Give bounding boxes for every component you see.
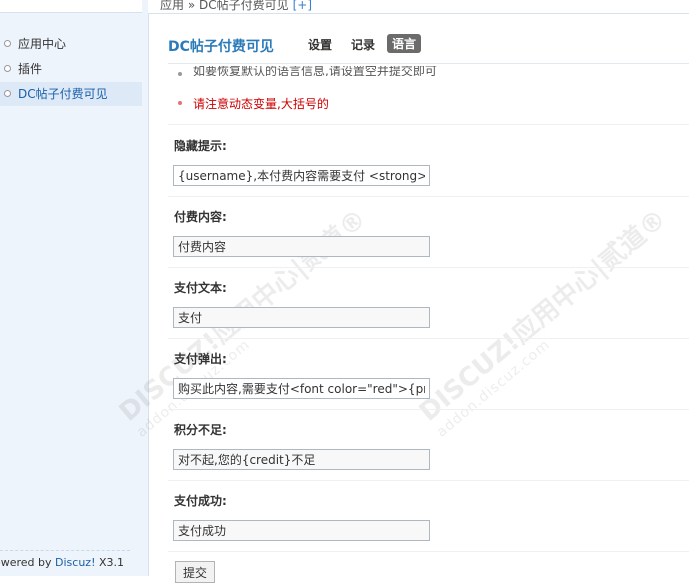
pay-success-input[interactable] bbox=[173, 520, 430, 541]
sidebar: 应用中心 插件 DC帖子付费可见 owered by Discuz! X3.1 bbox=[0, 0, 149, 576]
field-label-pay-popup: 支付弹出: bbox=[174, 352, 227, 366]
version-text: X3.1 bbox=[95, 556, 125, 569]
sidebar-item-label: 插件 bbox=[18, 62, 43, 76]
footer-divider bbox=[0, 550, 130, 551]
bullet-icon bbox=[4, 65, 11, 72]
breadcrumb-text: 应用 » DC帖子付费可见 bbox=[160, 0, 289, 12]
watermark-logo: DISCUZ!应用中心|贰道® addon.discuz.com bbox=[410, 199, 683, 441]
bullet-icon bbox=[4, 40, 11, 47]
add-shortcut-link[interactable]: [+] bbox=[293, 0, 312, 12]
sidebar-item-plugins[interactable]: 插件 bbox=[0, 57, 142, 81]
powered-by-text: owered by bbox=[0, 556, 56, 569]
tab-language[interactable]: 语言 bbox=[387, 34, 422, 53]
tab-records[interactable]: 记录 bbox=[351, 36, 375, 53]
sidebar-menu: 应用中心 插件 DC帖子付费可见 bbox=[0, 32, 142, 107]
row-divider bbox=[168, 124, 689, 125]
tip-item-warning: 请注意动态变量,大括号的 bbox=[178, 95, 329, 112]
watermark-main-text: DISCUZ!应用中心|贰道® bbox=[413, 203, 673, 428]
row-divider bbox=[168, 551, 689, 552]
insufficient-credit-input[interactable] bbox=[173, 449, 430, 470]
field-label-paid-content: 付费内容: bbox=[174, 210, 227, 224]
row-divider bbox=[168, 267, 689, 268]
field-label-pay-text: 支付文本: bbox=[174, 281, 227, 295]
bullet-icon bbox=[178, 101, 182, 105]
submit-button[interactable]: 提交 bbox=[175, 561, 215, 583]
sidebar-item-app-center[interactable]: 应用中心 bbox=[0, 32, 142, 56]
row-divider bbox=[168, 480, 689, 481]
row-divider bbox=[168, 338, 689, 339]
tip-item: 如要恢复默认的语言信息,请设置空并提交即可 bbox=[178, 66, 437, 76]
page-title: DC帖子付费可见 bbox=[168, 39, 274, 55]
tab-settings[interactable]: 设置 bbox=[308, 36, 332, 53]
row-divider bbox=[168, 196, 689, 197]
tip-text: 如要恢复默认的语言信息,请设置空并提交即可 bbox=[193, 66, 437, 76]
powered-by: owered by Discuz! X3.1 bbox=[0, 556, 124, 569]
hidden-tip-input[interactable] bbox=[173, 165, 430, 186]
sidebar-top-bar bbox=[0, 0, 142, 13]
header-divider bbox=[168, 63, 689, 64]
field-label-hidden-tip: 隐藏提示: bbox=[174, 139, 227, 153]
sidebar-item-label: 应用中心 bbox=[18, 37, 67, 51]
bullet-icon bbox=[4, 90, 11, 97]
tip-text: 请注意动态变量,大括号的 bbox=[193, 97, 329, 111]
row-divider bbox=[168, 409, 689, 410]
sidebar-item-dc-paid-view[interactable]: DC帖子付费可见 bbox=[0, 82, 142, 106]
pay-popup-input[interactable] bbox=[173, 378, 430, 399]
field-label-pay-success: 支付成功: bbox=[174, 494, 227, 508]
breadcrumb: 应用 » DC帖子付费可见 [+] bbox=[148, 0, 689, 14]
paid-content-input[interactable] bbox=[173, 236, 430, 257]
sidebar-item-label: DC帖子付费可见 bbox=[18, 87, 108, 101]
discuz-link[interactable]: Discuz! bbox=[55, 556, 95, 569]
field-label-insufficient-credit: 积分不足: bbox=[174, 423, 227, 437]
pay-text-input[interactable] bbox=[173, 307, 430, 328]
